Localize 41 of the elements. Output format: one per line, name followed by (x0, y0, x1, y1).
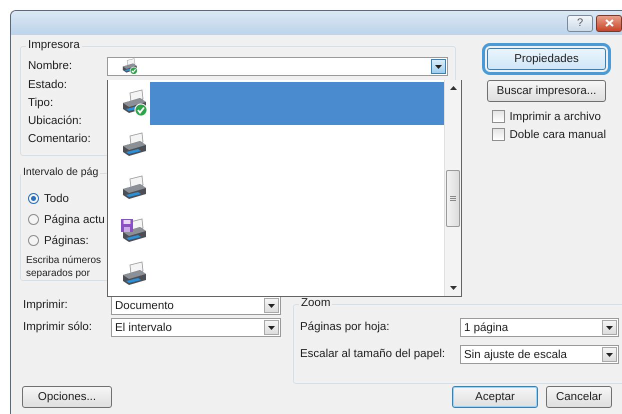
dropdown[interactable]: El intervalo (111, 318, 281, 337)
group-title: Impresora (26, 39, 82, 51)
radio-button[interactable] (28, 214, 39, 225)
dropdown[interactable]: Documento (111, 296, 281, 315)
close-button[interactable] (596, 14, 622, 32)
group-title: Zoom (299, 297, 332, 309)
scrollbar[interactable] (444, 80, 461, 296)
group-title: Intervalo de pág (21, 166, 100, 178)
push-button[interactable]: Opciones... (22, 386, 112, 408)
radio-label: Páginas: (44, 234, 89, 246)
field-label: Escalar al tamaño del papel: (300, 347, 446, 362)
printer-with-check-icon (121, 58, 138, 75)
field-label: Imprimir sólo: (23, 320, 94, 335)
dropdown[interactable]: Sin ajuste de escala (460, 345, 619, 364)
scroll-up-icon[interactable] (450, 86, 456, 90)
field-label: Comentario: (28, 132, 92, 147)
hint-text: Escriba números (26, 254, 102, 267)
push-button[interactable]: Aceptar (452, 386, 538, 408)
field-label: Nombre: (28, 59, 74, 74)
field-label: Páginas por hoja: (300, 320, 391, 335)
field-label: Tipo: (28, 96, 54, 111)
radio-label: Página actu (44, 214, 105, 226)
radio-button[interactable] (28, 193, 39, 204)
help-button[interactable]: ? (567, 14, 593, 32)
field-label: Ubicación: (28, 114, 83, 129)
field-label: Estado: (28, 78, 68, 93)
dropdown[interactable]: 1 página (460, 318, 619, 337)
close-icon[interactable] (604, 19, 614, 27)
field-label: Imprimir: (23, 298, 69, 313)
push-button[interactable]: Buscar impresora... (487, 80, 606, 102)
radio-label: Todo (44, 192, 69, 204)
hint-text: separados por (26, 267, 91, 280)
push-button[interactable]: Cancelar (546, 386, 612, 408)
checkbox[interactable] (492, 128, 506, 141)
printer-with-check-icon (120, 89, 148, 118)
radio-button[interactable] (28, 235, 39, 246)
checkbox-label: Imprimir a archivo (509, 110, 601, 122)
scrollbar-thumb[interactable] (446, 170, 460, 227)
checkbox-label: Doble cara manual (509, 128, 606, 140)
checkbox[interactable] (492, 110, 506, 123)
scroll-down-icon[interactable] (450, 286, 456, 290)
